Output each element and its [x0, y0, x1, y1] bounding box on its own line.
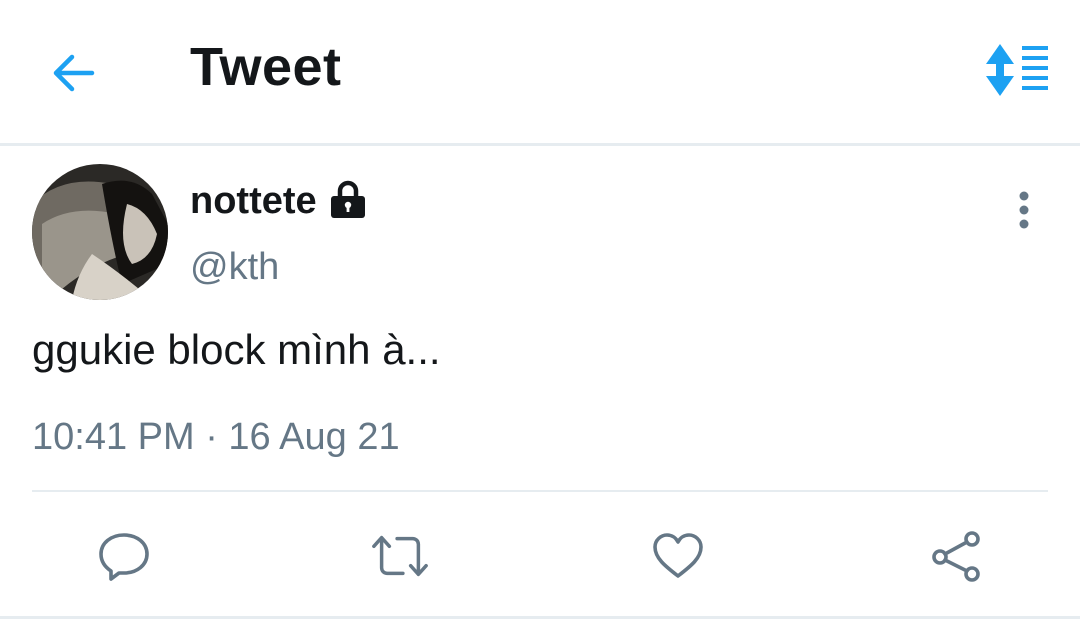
sort-replies-button[interactable]: [980, 40, 1056, 100]
tweet-detail-screen: Tweet nottete @kth ggukie block mình à..…: [0, 0, 1080, 628]
avatar[interactable]: [32, 164, 168, 300]
bottom-divider: [0, 616, 1080, 619]
more-vertical-icon: [1019, 191, 1029, 229]
top-app-bar: Tweet: [0, 0, 1080, 146]
arrow-left-icon: [53, 54, 95, 92]
profile-photo: [32, 164, 168, 300]
reply-icon: [99, 533, 149, 581]
like-button[interactable]: [648, 526, 708, 586]
lock-icon: [331, 180, 365, 218]
reply-button[interactable]: [94, 526, 154, 586]
share-icon: [932, 531, 980, 582]
like-icon: [653, 533, 703, 578]
user-handle[interactable]: @kth: [190, 246, 279, 289]
sort-arrows-list-icon: [986, 44, 1048, 96]
page-title: Tweet: [190, 37, 342, 97]
retweet-icon: [372, 535, 428, 577]
tweet-text: ggukie block mình à...: [32, 326, 441, 373]
display-name[interactable]: nottete: [190, 180, 317, 223]
more-options-button[interactable]: [1006, 186, 1042, 234]
retweet-button[interactable]: [370, 526, 430, 586]
divider: [32, 490, 1048, 492]
share-button[interactable]: [926, 526, 986, 586]
back-button[interactable]: [44, 44, 102, 102]
tweet-timestamp[interactable]: 10:41 PM · 16 Aug 21: [32, 416, 400, 459]
